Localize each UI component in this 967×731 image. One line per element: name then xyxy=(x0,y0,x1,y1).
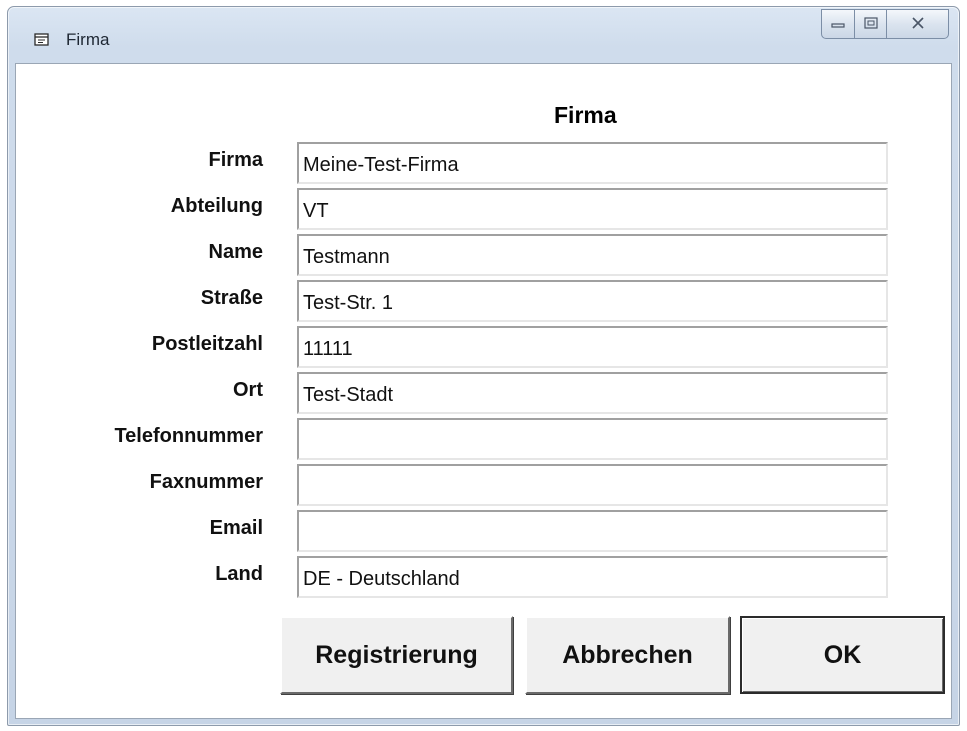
maximize-button[interactable] xyxy=(855,9,887,39)
label-email: Email xyxy=(209,517,263,539)
form-window-icon[interactable] xyxy=(34,33,50,47)
maximize-icon xyxy=(863,16,878,32)
label-ort: Ort xyxy=(233,379,263,401)
title-bar[interactable]: Firma xyxy=(8,7,959,63)
ok-button[interactable]: OK xyxy=(740,616,945,694)
window-title: Firma xyxy=(66,30,110,49)
label-land: Land xyxy=(215,563,263,585)
label-firma: Firma xyxy=(208,149,263,171)
label-postleitzahl: Postleitzahl xyxy=(151,333,263,355)
faxnummer-input[interactable] xyxy=(297,464,888,506)
register-button[interactable]: Registrierung xyxy=(280,616,513,694)
name-input[interactable] xyxy=(297,234,888,276)
label-abteilung: Abteilung xyxy=(170,195,263,217)
minimize-button[interactable] xyxy=(821,9,855,39)
cancel-button[interactable]: Abbrechen xyxy=(525,616,730,694)
label-strasse: Straße xyxy=(200,287,263,309)
telefonnummer-input[interactable] xyxy=(297,418,888,460)
abteilung-input[interactable] xyxy=(297,188,888,230)
label-name: Name xyxy=(208,241,263,263)
land-input[interactable] xyxy=(297,556,888,598)
postleitzahl-input[interactable] xyxy=(297,326,888,368)
email-input[interactable] xyxy=(297,510,888,552)
firma-input[interactable] xyxy=(297,142,888,184)
close-button[interactable] xyxy=(887,9,949,39)
ort-input[interactable] xyxy=(297,372,888,414)
label-faxnummer: Faxnummer xyxy=(149,471,263,493)
label-telefonnummer: Telefonnummer xyxy=(114,425,263,447)
close-icon xyxy=(911,16,925,32)
caption-buttons xyxy=(821,9,949,39)
firma-window: Firma Firma Firma Abteilung Name Straße Post… xyxy=(7,6,960,726)
form-heading: Firma xyxy=(554,102,617,128)
form-client-area: Firma Firma Abteilung Name Straße Postleitza… xyxy=(15,63,952,719)
minimize-icon xyxy=(831,16,845,32)
strasse-input[interactable] xyxy=(297,280,888,322)
